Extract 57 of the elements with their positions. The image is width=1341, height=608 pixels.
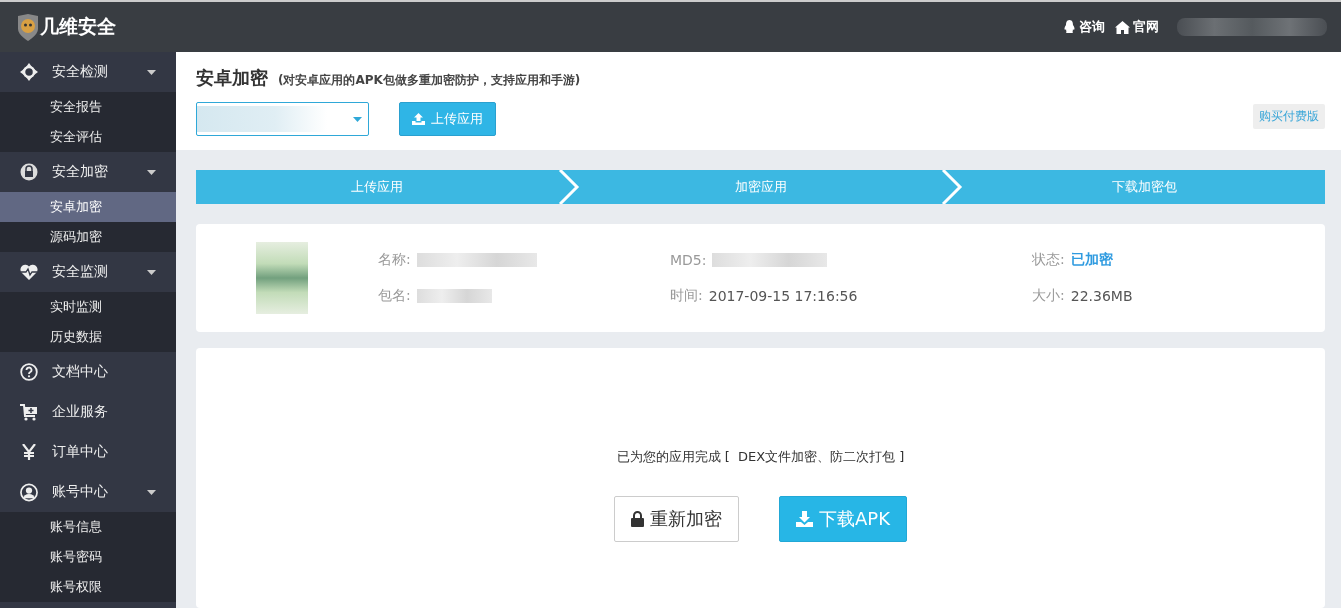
caret-icon	[147, 269, 156, 275]
page-subtitle: (对安卓应用的APK包做多重加密防护，支持应用和手游)	[278, 72, 581, 89]
user-icon	[20, 482, 38, 502]
field-label: MD5:	[670, 252, 707, 268]
field-label: 名称:	[378, 251, 411, 269]
step-label: 加密应用	[733, 178, 788, 196]
field-value: 22.36MB	[1070, 288, 1133, 304]
lock-icon	[20, 163, 38, 181]
app-select[interactable]	[196, 102, 369, 136]
upload-icon	[412, 113, 425, 125]
sidebar-item[interactable]: 安全加密	[0, 152, 176, 192]
status-value: 已加密	[1070, 251, 1113, 269]
sidebar-item[interactable]: 安全检测	[0, 52, 176, 92]
monkey-logo-icon	[16, 13, 40, 41]
sidebar-subitem[interactable]: 账号密码	[0, 542, 176, 572]
sidebar-item[interactable]: 企业服务	[0, 392, 176, 432]
sidebar-item[interactable]: 安全监测	[0, 252, 176, 292]
home-icon	[1115, 20, 1130, 34]
sidebar-item[interactable]: 账号中心	[0, 472, 176, 512]
lock-icon	[631, 511, 644, 527]
download-icon	[796, 511, 813, 527]
sidebar-subitem[interactable]: 安全报告	[0, 92, 176, 122]
caret-icon	[353, 116, 362, 122]
penguin-icon	[1063, 20, 1076, 34]
help-icon	[20, 363, 38, 381]
step-label: 上传应用	[349, 178, 404, 196]
sidebar-item[interactable]: 文档中心	[0, 352, 176, 392]
caret-icon	[147, 69, 156, 75]
field-label: 大小:	[1032, 287, 1065, 305]
step-label: 下载加密包	[1110, 178, 1178, 196]
sidebar-subitem[interactable]: 历史数据	[0, 322, 176, 352]
sidebar-subitem[interactable]: 实时监测	[0, 292, 176, 322]
crosshair-icon	[20, 63, 38, 81]
field-label: 包名:	[378, 287, 411, 305]
field-value: 2017-09-15 17:16:56	[708, 288, 858, 304]
cart-icon	[20, 403, 38, 421]
chevron-divider	[941, 170, 964, 204]
yen-icon	[22, 444, 36, 460]
sidebar-subitem[interactable]: 账号权限	[0, 572, 176, 602]
page-title: 安卓加密	[196, 66, 268, 90]
sidebar-subitem[interactable]: 账号信息	[0, 512, 176, 542]
field-label: 状态:	[1032, 251, 1065, 269]
heartbeat-icon	[20, 264, 38, 280]
sidebar-subitem[interactable]: 源码加密	[0, 222, 176, 252]
caret-icon	[147, 489, 156, 495]
sidebar-item[interactable]: 订单中心	[0, 432, 176, 472]
field-label: 时间:	[670, 287, 703, 305]
sidebar-subitem[interactable]: 安全评估	[0, 122, 176, 152]
header-link[interactable]: 咨询	[1063, 18, 1105, 36]
caret-icon	[147, 169, 156, 175]
brand-name: 几维安全	[40, 14, 116, 39]
sidebar-subitem[interactable]: 安卓加密	[0, 192, 176, 222]
chevron-divider	[557, 170, 580, 204]
header-link[interactable]: 官网	[1115, 18, 1159, 36]
blurred-app-icon	[256, 242, 308, 314]
result-message: 已为您的应用完成 [ DEX文件加密、防二次打包 ]	[616, 448, 905, 466]
re-encrypt-button[interactable]: 重新加密	[614, 496, 739, 542]
